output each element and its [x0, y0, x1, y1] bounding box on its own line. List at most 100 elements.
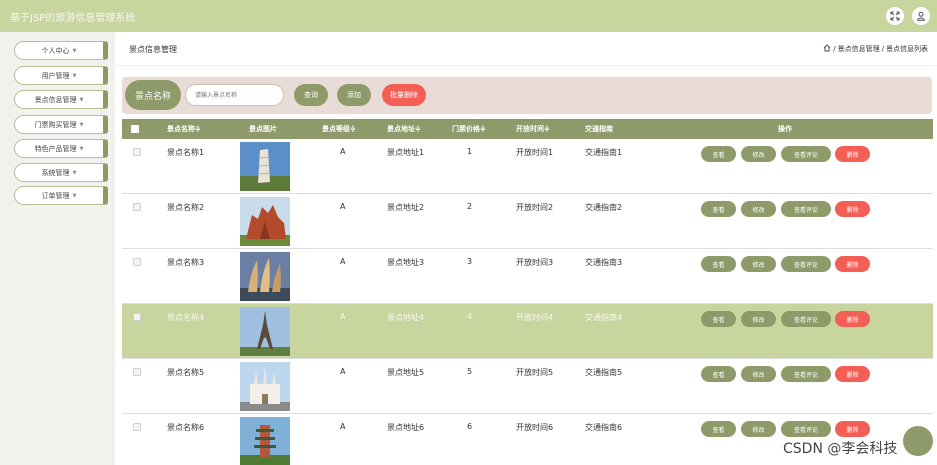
white-cathedral-photo: [240, 362, 290, 411]
sort-icon: ≑: [350, 125, 356, 133]
fullscreen-icon[interactable]: [886, 7, 904, 25]
column-header-label: 交通指南: [585, 125, 613, 133]
sidebar-item-attraction-management[interactable]: 景点信息管理 ▼: [14, 90, 108, 109]
column-header-price[interactable]: 门票价格 ≑: [452, 119, 486, 139]
view-comments-button[interactable]: 查看评论: [781, 146, 831, 162]
edit-button[interactable]: 修改: [741, 256, 776, 272]
row-checkbox[interactable]: [133, 423, 141, 431]
sidebar-item-label: 门票购买管理: [34, 120, 77, 129]
attraction-address: 景点地址3: [387, 258, 425, 267]
batch-delete-button[interactable]: 批量删除: [382, 84, 426, 106]
edit-button[interactable]: 修改: [741, 366, 776, 382]
chevron-down-icon: ▼: [72, 169, 77, 176]
column-header-hours[interactable]: 开放时间 ≑: [516, 119, 550, 139]
traffic-guide: 交通指南1: [585, 148, 623, 157]
attraction-level: A: [340, 312, 346, 321]
row-checkbox[interactable]: [133, 258, 141, 266]
view-comments-button[interactable]: 查看评论: [781, 201, 831, 217]
view-button[interactable]: 查看: [701, 256, 736, 272]
row-checkbox[interactable]: [133, 203, 141, 211]
floating-action-button[interactable]: [903, 426, 933, 456]
attraction-address: 景点地址6: [387, 423, 425, 432]
breadcrumb-separator: /: [881, 45, 884, 53]
opening-hours: 开放时间2: [516, 203, 554, 212]
chevron-down-icon: ▼: [79, 145, 84, 152]
edit-button[interactable]: 修改: [741, 311, 776, 327]
sidebar-item-label: 特色产品管理: [34, 144, 77, 153]
column-header-address[interactable]: 景点地址 ≑: [387, 119, 421, 139]
ticket-price: 6: [467, 422, 473, 431]
table-row[interactable]: 景点名称3 A 景点地址3 3 开放时间3 交通指南3 查看 修改 查看评论 删…: [122, 249, 933, 304]
sidebar-item-label: 个人中心: [41, 46, 70, 55]
view-button[interactable]: 查看: [701, 146, 736, 162]
chevron-down-icon: ▼: [72, 47, 77, 54]
view-button[interactable]: 查看: [701, 201, 736, 217]
view-comments-button[interactable]: 查看评论: [781, 256, 831, 272]
traffic-guide: 交通指南3: [585, 258, 623, 267]
sidebar-item-label: 景点信息管理: [34, 95, 77, 104]
view-button[interactable]: 查看: [701, 421, 736, 437]
search-input[interactable]: [185, 84, 284, 106]
delete-button[interactable]: 删除: [835, 146, 870, 162]
column-header-level[interactable]: 景点等级 ≑: [322, 119, 356, 139]
attraction-name: 景点名称4: [167, 313, 205, 322]
delete-button[interactable]: 删除: [835, 421, 870, 437]
table-row[interactable]: 景点名称4 A 景点地址4 4 开放时间4 交通指南4 查看 修改 查看评论 删…: [122, 304, 933, 359]
search-label: 景点名称: [125, 80, 181, 110]
ticket-price: 2: [467, 202, 473, 211]
breadcrumb-item[interactable]: 景点信息管理: [838, 44, 880, 54]
home-icon[interactable]: [823, 44, 831, 54]
attraction-address: 景点地址5: [387, 368, 425, 377]
sidebar-item-system-management[interactable]: 系统管理 ▼: [14, 163, 108, 182]
sidebar-item-label: 订单管理: [41, 191, 70, 200]
traffic-guide: 交通指南5: [585, 368, 623, 377]
select-all-checkbox[interactable]: [131, 125, 139, 133]
delete-button[interactable]: 删除: [835, 256, 870, 272]
table-row[interactable]: 景点名称1 A 景点地址1 1 开放时间1 交通指南1 查看 修改 查看评论 删…: [122, 139, 933, 194]
column-header-label: 开放时间: [516, 125, 544, 133]
chevron-down-icon: ▼: [79, 121, 84, 128]
sidebar-item-ticket-management[interactable]: 门票购买管理 ▼: [14, 115, 108, 134]
sidebar-item-product-management[interactable]: 特色产品管理 ▼: [14, 139, 108, 158]
app-title: 基于JSP的旅游信息管理系统: [10, 13, 136, 24]
view-button[interactable]: 查看: [701, 366, 736, 382]
attraction-name: 景点名称6: [167, 423, 205, 432]
ticket-price: 3: [467, 257, 473, 266]
breadcrumb-item: 景点信息列表: [886, 45, 928, 53]
delete-button[interactable]: 删除: [835, 201, 870, 217]
sidebar: 个人中心 ▼ 用户管理 ▼ 景点信息管理 ▼ 门票购买管理 ▼ 特色产品管理 ▼ 系统管理…: [0, 32, 115, 465]
traffic-guide: 交通指南2: [585, 203, 623, 212]
column-header-label: 门票价格: [452, 125, 480, 133]
add-button[interactable]: 添加: [337, 84, 371, 106]
breadcrumb: / 景点信息管理 / 景点信息列表: [823, 44, 928, 54]
column-header-label: 景点地址: [387, 125, 415, 133]
sidebar-item-personal-center[interactable]: 个人中心 ▼: [14, 41, 108, 60]
edit-button[interactable]: 修改: [741, 421, 776, 437]
opening-hours: 开放时间4: [516, 313, 554, 322]
column-header-label: 景点名称: [167, 125, 195, 133]
table-header: 景点名称 ≑ 景点图片 景点等级 ≑ 景点地址 ≑ 门票价格 ≑ 开放时间 ≑ 交通指南 …: [122, 119, 933, 139]
row-checkbox[interactable]: [133, 148, 141, 156]
table-row[interactable]: 景点名称2 A 景点地址2 2 开放时间2 交通指南2 查看 修改 查看评论 删…: [122, 194, 933, 249]
column-header-label: 景点等级: [322, 125, 350, 133]
column-header-name[interactable]: 景点名称 ≑: [167, 119, 201, 139]
table-row[interactable]: 景点名称5 A 景点地址5 5 开放时间5 交通指南5 查看 修改 查看评论 删…: [122, 359, 933, 414]
view-comments-button[interactable]: 查看评论: [781, 311, 831, 327]
view-comments-button[interactable]: 查看评论: [781, 366, 831, 382]
sidebar-item-order-management[interactable]: 订单管理 ▼: [14, 186, 108, 205]
row-checkbox[interactable]: [133, 368, 141, 376]
opening-hours: 开放时间3: [516, 258, 554, 267]
sort-icon: ≑: [195, 125, 201, 133]
delete-button[interactable]: 删除: [835, 311, 870, 327]
view-comments-button[interactable]: 查看评论: [781, 421, 831, 437]
view-button[interactable]: 查看: [701, 311, 736, 327]
sidebar-item-user-management[interactable]: 用户管理 ▼: [14, 66, 108, 85]
user-icon[interactable]: [912, 7, 930, 25]
query-button[interactable]: 查询: [294, 84, 328, 106]
row-checkbox[interactable]: [133, 313, 141, 321]
attraction-name: 景点名称2: [167, 203, 205, 212]
edit-button[interactable]: 修改: [741, 146, 776, 162]
edit-button[interactable]: 修改: [741, 201, 776, 217]
attraction-name: 景点名称3: [167, 258, 205, 267]
delete-button[interactable]: 删除: [835, 366, 870, 382]
